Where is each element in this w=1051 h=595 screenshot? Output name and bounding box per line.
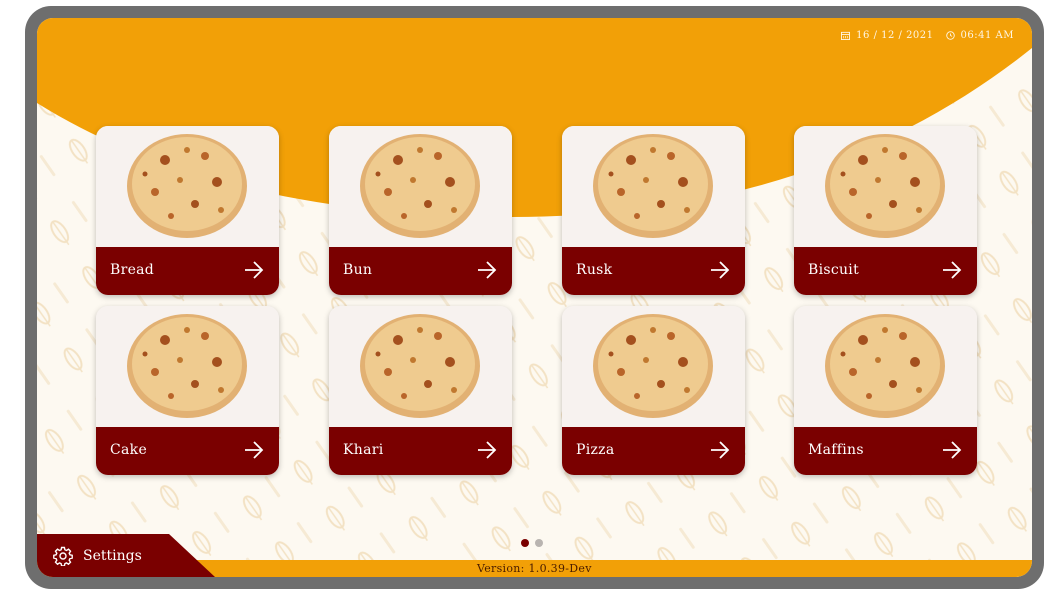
- settings-tab: Settings: [37, 534, 215, 577]
- kiosk-screen: 16 / 12 / 2021 06:41 AM Bread Bun Rusk B…: [37, 18, 1032, 577]
- category-label: Maffins: [808, 442, 864, 458]
- category-footer: Biscuit: [794, 247, 977, 295]
- time-text: 06:41 AM: [960, 30, 1014, 41]
- category-card-bun[interactable]: Bun: [329, 126, 512, 295]
- category-image: [329, 306, 512, 427]
- arrow-right-icon: [711, 441, 730, 459]
- header-wave: [37, 18, 1032, 218]
- device-frame: 16 / 12 / 2021 06:41 AM Bread Bun Rusk B…: [25, 6, 1044, 589]
- calendar-icon: [841, 31, 851, 40]
- category-card-pizza[interactable]: Pizza: [562, 306, 745, 475]
- settings-label: Settings: [83, 548, 142, 564]
- category-label: Pizza: [576, 442, 615, 458]
- category-image: [794, 126, 977, 247]
- category-footer: Rusk: [562, 247, 745, 295]
- arrow-right-icon: [943, 441, 962, 459]
- gear-icon: [53, 546, 73, 566]
- category-label: Biscuit: [808, 262, 860, 278]
- arrow-right-icon: [245, 441, 264, 459]
- arrow-right-icon: [943, 261, 962, 279]
- arrow-right-icon: [711, 261, 730, 279]
- category-label: Bread: [110, 262, 155, 278]
- cookie-image: [825, 314, 945, 418]
- page-dot-2[interactable]: [535, 539, 543, 547]
- version-text: Version: 1.0.39-Dev: [477, 562, 592, 575]
- clock-icon: [945, 31, 955, 40]
- category-footer: Bun: [329, 247, 512, 295]
- category-footer: Khari: [329, 427, 512, 475]
- category-image: [329, 126, 512, 247]
- category-card-cake[interactable]: Cake: [96, 306, 279, 475]
- category-image: [96, 126, 279, 247]
- category-card-biscuit[interactable]: Biscuit: [794, 126, 977, 295]
- date-text: 16 / 12 / 2021: [856, 30, 934, 41]
- category-label: Bun: [343, 262, 373, 278]
- pagination-dots: [521, 539, 543, 547]
- status-bar: 16 / 12 / 2021 06:41 AM: [841, 30, 1014, 41]
- category-card-rusk[interactable]: Rusk: [562, 126, 745, 295]
- category-card-khari[interactable]: Khari: [329, 306, 512, 475]
- cookie-image: [593, 314, 713, 418]
- page-dot-1[interactable]: [521, 539, 529, 547]
- cookie-image: [825, 134, 945, 238]
- arrow-right-icon: [478, 261, 497, 279]
- category-footer: Pizza: [562, 427, 745, 475]
- cookie-image: [127, 134, 247, 238]
- category-image: [562, 126, 745, 247]
- category-footer: Bread: [96, 247, 279, 295]
- cookie-image: [360, 134, 480, 238]
- cookie-image: [593, 134, 713, 238]
- category-footer: Cake: [96, 427, 279, 475]
- cookie-image: [127, 314, 247, 418]
- arrow-right-icon: [478, 441, 497, 459]
- category-image: [96, 306, 279, 427]
- category-label: Cake: [110, 442, 148, 458]
- category-label: Rusk: [576, 262, 613, 278]
- category-label: Khari: [343, 442, 384, 458]
- settings-button[interactable]: Settings: [53, 546, 142, 566]
- category-card-bread[interactable]: Bread: [96, 126, 279, 295]
- category-image: [562, 306, 745, 427]
- category-image: [794, 306, 977, 427]
- category-footer: Maffins: [794, 427, 977, 475]
- arrow-right-icon: [245, 261, 264, 279]
- category-card-maffins[interactable]: Maffins: [794, 306, 977, 475]
- cookie-image: [360, 314, 480, 418]
